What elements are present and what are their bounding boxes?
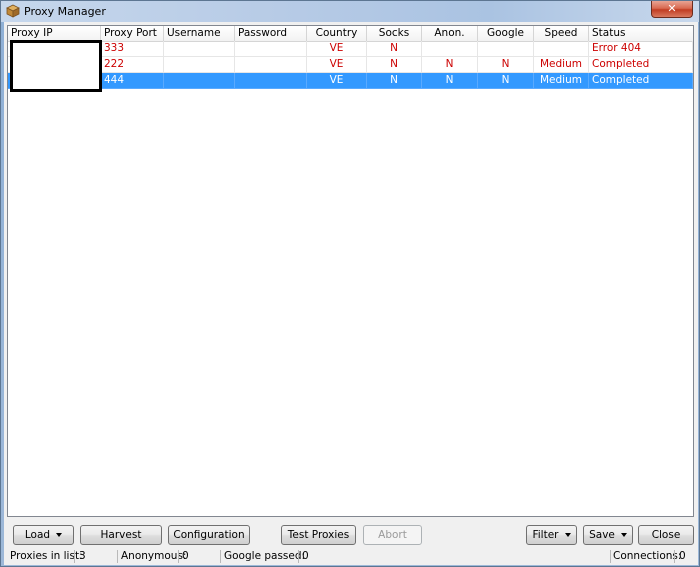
table-row[interactable]: 222 VE N N N Medium Completed <box>8 57 693 73</box>
cell-socks: N <box>367 73 422 89</box>
column-header-password[interactable]: Password <box>235 26 307 41</box>
chevron-down-icon <box>56 533 63 537</box>
cell-status: Error 404 <box>589 41 693 57</box>
close-icon: ✕ <box>667 2 677 15</box>
anonymous-label: Anonymous: <box>121 550 187 562</box>
cell-socks: N <box>367 57 422 73</box>
status-divider <box>220 550 221 563</box>
cell-google: N <box>478 57 534 73</box>
chevron-down-icon <box>620 533 627 537</box>
connections-value: 0 <box>679 550 686 562</box>
cell-username <box>164 57 235 73</box>
cell-status: Completed <box>589 73 693 89</box>
cell-username <box>164 73 235 89</box>
cell-username <box>164 41 235 57</box>
proxies-in-list-label: Proxies in list: <box>10 550 83 562</box>
chevron-down-icon <box>564 533 571 537</box>
title-bar[interactable]: Proxy Manager ✕ <box>1 1 699 22</box>
google-passed-value: 0 <box>302 550 309 562</box>
column-header-status[interactable]: Status <box>589 26 693 41</box>
column-header-socks[interactable]: Socks <box>367 26 422 41</box>
status-divider <box>298 550 299 563</box>
cell-google <box>478 41 534 57</box>
status-divider <box>610 550 611 563</box>
cell-country: VE <box>307 73 367 89</box>
status-bar: Proxies in list: 3 Anonymous: 0 Google p… <box>4 548 698 565</box>
table-header: Proxy IP Proxy Port Username Password Co… <box>8 26 693 42</box>
cell-password <box>235 41 307 57</box>
proxies-in-list-value: 3 <box>79 550 86 562</box>
column-header-anon[interactable]: Anon. <box>422 26 478 41</box>
cell-anon: N <box>422 73 478 89</box>
proxy-manager-window: Proxy Manager ✕ Proxy IP Proxy Port User… <box>0 0 700 567</box>
cell-proxy-port: 222 <box>101 57 164 73</box>
column-header-google[interactable]: Google <box>478 26 534 41</box>
cell-proxy-port: 444 <box>101 73 164 89</box>
cell-proxy-port: 333 <box>101 41 164 57</box>
google-passed-label: Google passed: <box>224 550 306 562</box>
abort-button[interactable]: Abort <box>363 525 422 545</box>
cell-country: VE <box>307 41 367 57</box>
cell-country: VE <box>307 57 367 73</box>
cell-speed: Medium <box>534 57 589 73</box>
anonymous-value: 0 <box>182 550 189 562</box>
close-button[interactable]: Close <box>638 525 694 545</box>
cell-password <box>235 73 307 89</box>
cell-anon: N <box>422 57 478 73</box>
cell-status: Completed <box>589 57 693 73</box>
status-divider <box>74 550 75 563</box>
load-button-label: Load <box>24 529 51 541</box>
connections-label: Connections: <box>613 550 682 562</box>
test-proxies-button-label: Test Proxies <box>287 529 350 541</box>
column-header-speed[interactable]: Speed <box>534 26 589 41</box>
filter-dropdown-button[interactable]: Filter <box>526 525 577 545</box>
cell-speed: Medium <box>534 73 589 89</box>
save-dropdown-button[interactable]: Save <box>583 525 633 545</box>
window-title: Proxy Manager <box>24 5 106 18</box>
configuration-button[interactable]: Configuration <box>168 525 250 545</box>
status-divider <box>674 550 675 563</box>
test-proxies-dropdown-button[interactable]: Test Proxies <box>281 525 356 555</box>
status-divider <box>178 550 179 563</box>
table-row-selected[interactable]: 444 VE N N N Medium Completed <box>8 73 693 89</box>
table-row[interactable]: 333 VE N Error 404 <box>8 41 693 57</box>
status-divider <box>117 550 118 563</box>
cell-google: N <box>478 73 534 89</box>
package-icon <box>6 4 20 18</box>
window-close-button[interactable]: ✕ <box>651 1 693 18</box>
harvest-proxies-button[interactable]: Harvest Proxies <box>80 525 162 559</box>
column-header-country[interactable]: Country <box>307 26 367 41</box>
load-dropdown-button[interactable]: Load <box>13 525 74 545</box>
client-area: Proxy IP Proxy Port Username Password Co… <box>4 22 698 565</box>
cell-password <box>235 57 307 73</box>
cell-anon <box>422 41 478 57</box>
redaction-box <box>10 40 102 92</box>
save-button-label: Save <box>589 529 615 541</box>
column-header-proxy-ip[interactable]: Proxy IP <box>8 26 101 41</box>
column-header-username[interactable]: Username <box>164 26 235 41</box>
proxy-table[interactable]: Proxy IP Proxy Port Username Password Co… <box>7 25 694 517</box>
cell-socks: N <box>367 41 422 57</box>
filter-button-label: Filter <box>532 529 559 541</box>
column-header-proxy-port[interactable]: Proxy Port <box>101 26 164 41</box>
cell-speed <box>534 41 589 57</box>
